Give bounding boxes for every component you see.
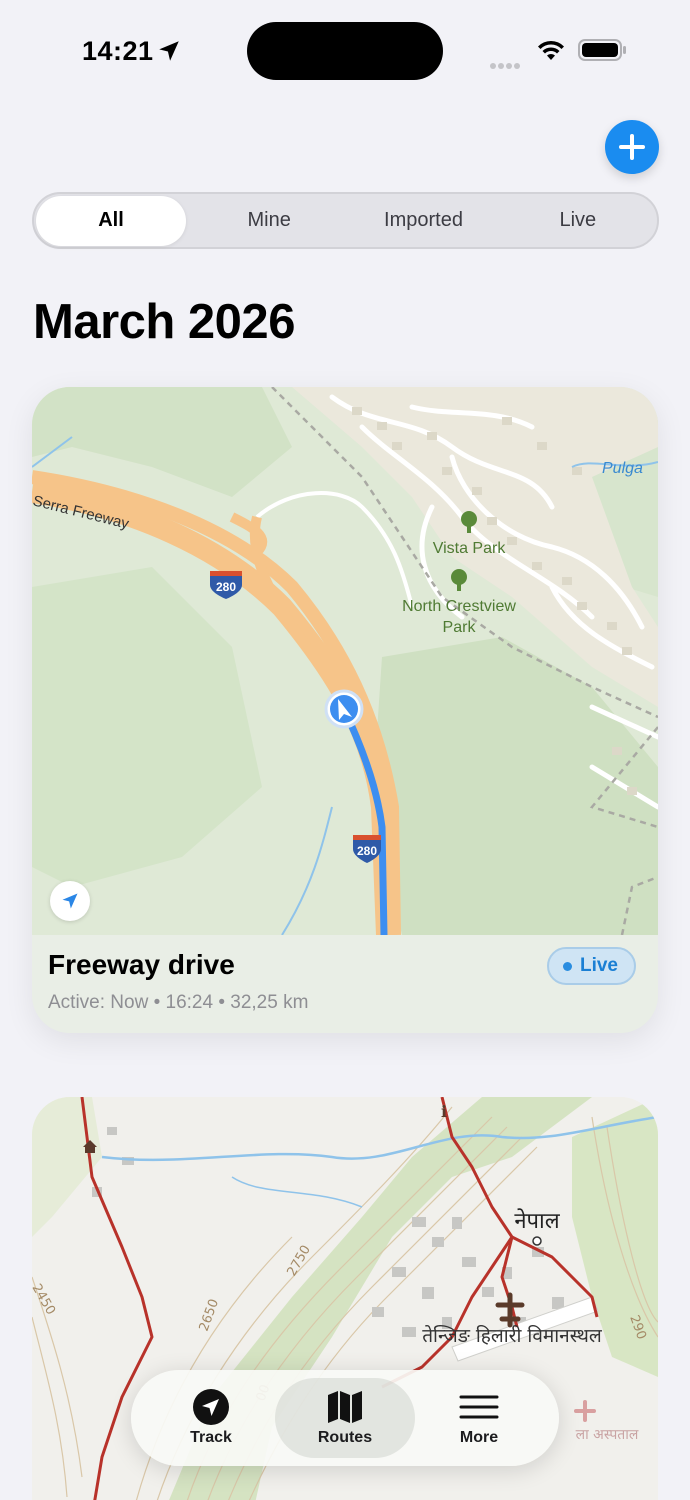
hospital-label: ला अस्पताल bbox=[576, 1427, 639, 1443]
segment-imported[interactable]: Imported bbox=[346, 196, 500, 246]
tab-more[interactable]: More bbox=[409, 1378, 549, 1458]
section-title: March 2026 bbox=[33, 295, 295, 349]
tab-track-label: Track bbox=[190, 1429, 232, 1446]
route-card-footer: Freeway drive Active: Now • 16:24 • 32,2… bbox=[32, 935, 658, 1033]
svg-text:i: i bbox=[441, 1102, 447, 1121]
park-label: North Crestview bbox=[402, 598, 516, 615]
battery-icon bbox=[578, 39, 626, 61]
location-arrow-icon bbox=[193, 1389, 229, 1425]
town-label: नेपाल bbox=[514, 1208, 560, 1234]
airport-label: तेन्जिङ हिलारी विमानस्थल bbox=[422, 1324, 603, 1347]
tab-bar: Track Routes More bbox=[131, 1370, 559, 1466]
recenter-button[interactable] bbox=[50, 881, 90, 921]
tab-routes-label: Routes bbox=[317, 1429, 373, 1446]
location-arrow-icon bbox=[159, 41, 179, 61]
park-label: Park bbox=[443, 619, 477, 636]
live-badge-label: Live bbox=[579, 955, 618, 976]
wifi-icon bbox=[538, 40, 564, 60]
shield-label: 280 bbox=[216, 580, 236, 594]
menu-icon bbox=[459, 1395, 499, 1419]
status-time: 14:21 bbox=[82, 36, 154, 66]
segment-all[interactable]: All bbox=[36, 195, 186, 246]
live-dot-icon bbox=[562, 961, 572, 971]
map-icon bbox=[328, 1391, 362, 1423]
filter-segmented-control: All Mine Imported Live bbox=[32, 192, 659, 249]
signal-icon bbox=[490, 56, 522, 74]
plus-icon bbox=[619, 134, 645, 160]
route-map[interactable]: 280 280 Serra Freeway Vista Park North C… bbox=[32, 387, 658, 935]
shield-label: 280 bbox=[357, 844, 377, 858]
tab-more-label: More bbox=[459, 1429, 499, 1446]
live-badge: Live bbox=[546, 947, 636, 985]
segment-live[interactable]: Live bbox=[501, 196, 655, 246]
current-position-icon bbox=[324, 689, 364, 729]
place-label: Pulga bbox=[602, 460, 643, 477]
segment-mine[interactable]: Mine bbox=[192, 196, 346, 246]
location-arrow-icon bbox=[62, 893, 78, 909]
tab-track[interactable]: Track bbox=[141, 1378, 281, 1458]
tab-routes[interactable]: Routes bbox=[275, 1378, 415, 1458]
info-icon: i bbox=[441, 1102, 447, 1121]
dynamic-island bbox=[247, 22, 443, 80]
route-meta: Active: Now • 16:24 • 32,25 km bbox=[48, 992, 309, 1013]
route-card[interactable]: 280 280 Serra Freeway Vista Park North C… bbox=[32, 387, 658, 1033]
add-route-button[interactable] bbox=[605, 120, 659, 174]
status-bar: 14:21 bbox=[0, 0, 690, 100]
route-title: Freeway drive bbox=[48, 949, 235, 980]
park-label: Vista Park bbox=[433, 540, 507, 557]
